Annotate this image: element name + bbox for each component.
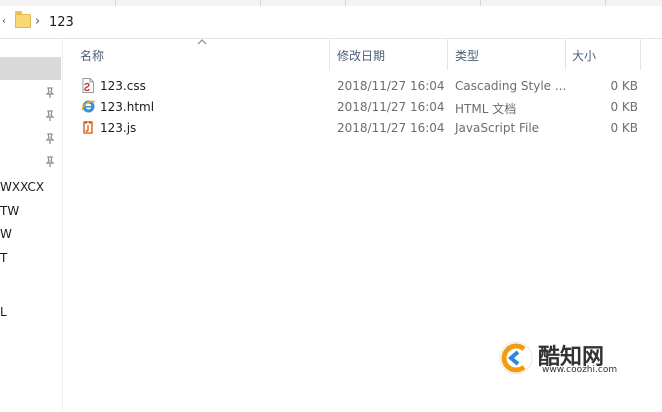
breadcrumb-chevron-icon[interactable]: › xyxy=(35,14,40,29)
column-header-type[interactable]: 类型 xyxy=(455,47,479,64)
column-divider[interactable] xyxy=(640,39,641,70)
watermark: 酷知网 www.coozhi.com xyxy=(498,336,648,386)
back-arrow-icon[interactable]: ‹ xyxy=(2,16,6,27)
column-divider[interactable] xyxy=(565,39,566,70)
sort-ascending-icon xyxy=(197,37,207,48)
nav-item-label[interactable]: TW xyxy=(0,204,19,218)
ie-html-file-icon xyxy=(81,99,96,114)
column-header-row: 名称 修改日期 类型 大小 xyxy=(62,39,662,70)
nav-item-selected[interactable] xyxy=(0,57,61,80)
nav-item-label[interactable]: L xyxy=(0,305,7,319)
column-header-size[interactable]: 大小 xyxy=(572,47,596,64)
navigation-pane: WXXCX TW W T L xyxy=(0,39,63,412)
pin-icon[interactable] xyxy=(45,87,55,99)
file-size: 0 KB xyxy=(610,121,638,135)
watermark-url: www.coozhi.com xyxy=(542,365,618,375)
column-header-date[interactable]: 修改日期 xyxy=(337,47,385,64)
pin-icon[interactable] xyxy=(45,133,55,145)
file-modified-date: 2018/11/27 16:04 xyxy=(337,121,445,135)
file-name[interactable]: 123.css xyxy=(100,79,146,93)
column-header-name[interactable]: 名称 xyxy=(80,47,104,64)
file-size: 0 KB xyxy=(610,100,638,114)
file-type: HTML 文档 xyxy=(455,102,517,116)
column-divider[interactable] xyxy=(447,39,448,70)
nav-item-label[interactable]: T xyxy=(0,251,7,265)
nav-item-label[interactable]: WXXCX xyxy=(0,180,44,194)
file-modified-date: 2018/11/27 16:04 xyxy=(337,79,445,93)
file-row[interactable]: 123.css 2018/11/27 16:04 Cascading Style… xyxy=(62,75,662,96)
coozhi-logo-icon xyxy=(499,341,533,375)
address-bar[interactable]: ‹ › 123 xyxy=(0,6,662,39)
file-row[interactable]: 123.html 2018/11/27 16:04 HTML 文档 0 KB xyxy=(62,96,662,117)
folder-icon xyxy=(15,11,31,28)
file-name[interactable]: 123.html xyxy=(100,100,154,114)
js-file-icon xyxy=(81,120,95,135)
pin-icon[interactable] xyxy=(45,156,55,168)
breadcrumb-current-folder[interactable]: 123 xyxy=(49,15,74,30)
column-divider[interactable] xyxy=(329,39,330,70)
file-row[interactable]: 123.js 2018/11/27 16:04 JavaScript File … xyxy=(62,117,662,138)
css-file-icon xyxy=(81,78,95,93)
file-size: 0 KB xyxy=(610,79,638,93)
pin-icon[interactable] xyxy=(45,110,55,122)
file-type: JavaScript File xyxy=(455,121,540,135)
file-type: Cascading Style ... xyxy=(455,79,567,93)
file-name[interactable]: 123.js xyxy=(100,121,136,135)
nav-item-label[interactable]: W xyxy=(0,227,12,241)
file-modified-date: 2018/11/27 16:04 xyxy=(337,100,445,114)
